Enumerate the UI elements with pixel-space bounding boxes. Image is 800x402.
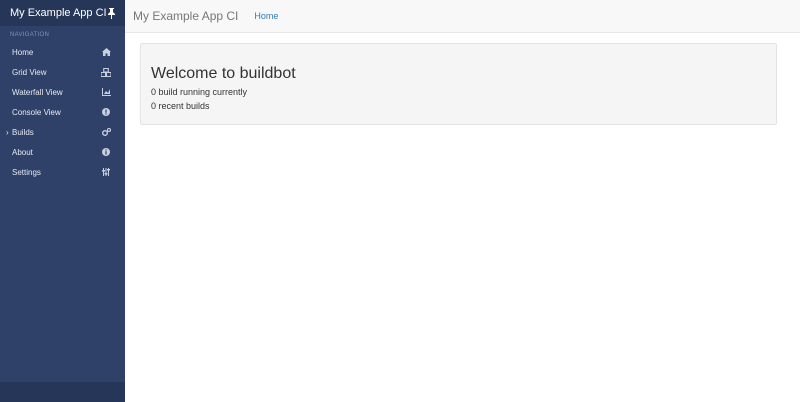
sidebar-item-settings[interactable]: Settings xyxy=(0,162,125,182)
sidebar: My Example App CI NAVIGATION Home Grid V… xyxy=(0,0,125,402)
info-circle-icon xyxy=(101,147,111,157)
page-title[interactable]: My Example App CI xyxy=(133,9,238,23)
welcome-panel: Welcome to buildbot 0 build running curr… xyxy=(140,43,777,125)
sidebar-item-console-view[interactable]: Console View xyxy=(0,102,125,122)
welcome-title: Welcome to buildbot xyxy=(151,65,296,82)
sidebar-item-about[interactable]: About xyxy=(0,142,125,162)
sidebar-item-label: Console View xyxy=(12,107,61,117)
chevron-right-icon[interactable]: › xyxy=(6,128,9,137)
recent-builds-text: 0 recent builds xyxy=(151,101,210,111)
nav-heading: NAVIGATION xyxy=(10,32,50,38)
sidebar-item-label: Home xyxy=(12,47,34,57)
sidebar-item-label: Builds xyxy=(12,127,34,137)
builds-running-text: 0 build running currently xyxy=(151,87,248,97)
sidebar-item-label: Settings xyxy=(12,167,41,177)
sidebar-item-label: About xyxy=(12,147,33,157)
cubes-icon xyxy=(101,67,111,77)
pin-icon[interactable] xyxy=(107,7,116,19)
home-icon xyxy=(101,47,111,57)
area-chart-icon xyxy=(101,87,111,97)
sidebar-item-home[interactable]: Home xyxy=(0,42,125,62)
sidebar-item-grid-view[interactable]: Grid View xyxy=(0,62,125,82)
gears-icon xyxy=(101,127,111,137)
sidebar-header: My Example App CI xyxy=(0,0,125,26)
sidebar-item-waterfall-view[interactable]: Waterfall View xyxy=(0,82,125,102)
topbar: My Example App CI Home xyxy=(125,0,800,33)
exclamation-circle-icon xyxy=(101,107,111,117)
sidebar-footer xyxy=(0,382,125,402)
sidebar-item-label: Grid View xyxy=(12,67,47,77)
app-title[interactable]: My Example App CI xyxy=(10,7,107,19)
breadcrumb-home-link[interactable]: Home xyxy=(254,11,278,21)
sidebar-item-builds[interactable]: › Builds xyxy=(0,122,125,142)
nav-list: Home Grid View Waterfall View Console Vi… xyxy=(0,42,125,182)
sliders-icon xyxy=(101,167,111,177)
sidebar-item-label: Waterfall View xyxy=(12,87,63,97)
